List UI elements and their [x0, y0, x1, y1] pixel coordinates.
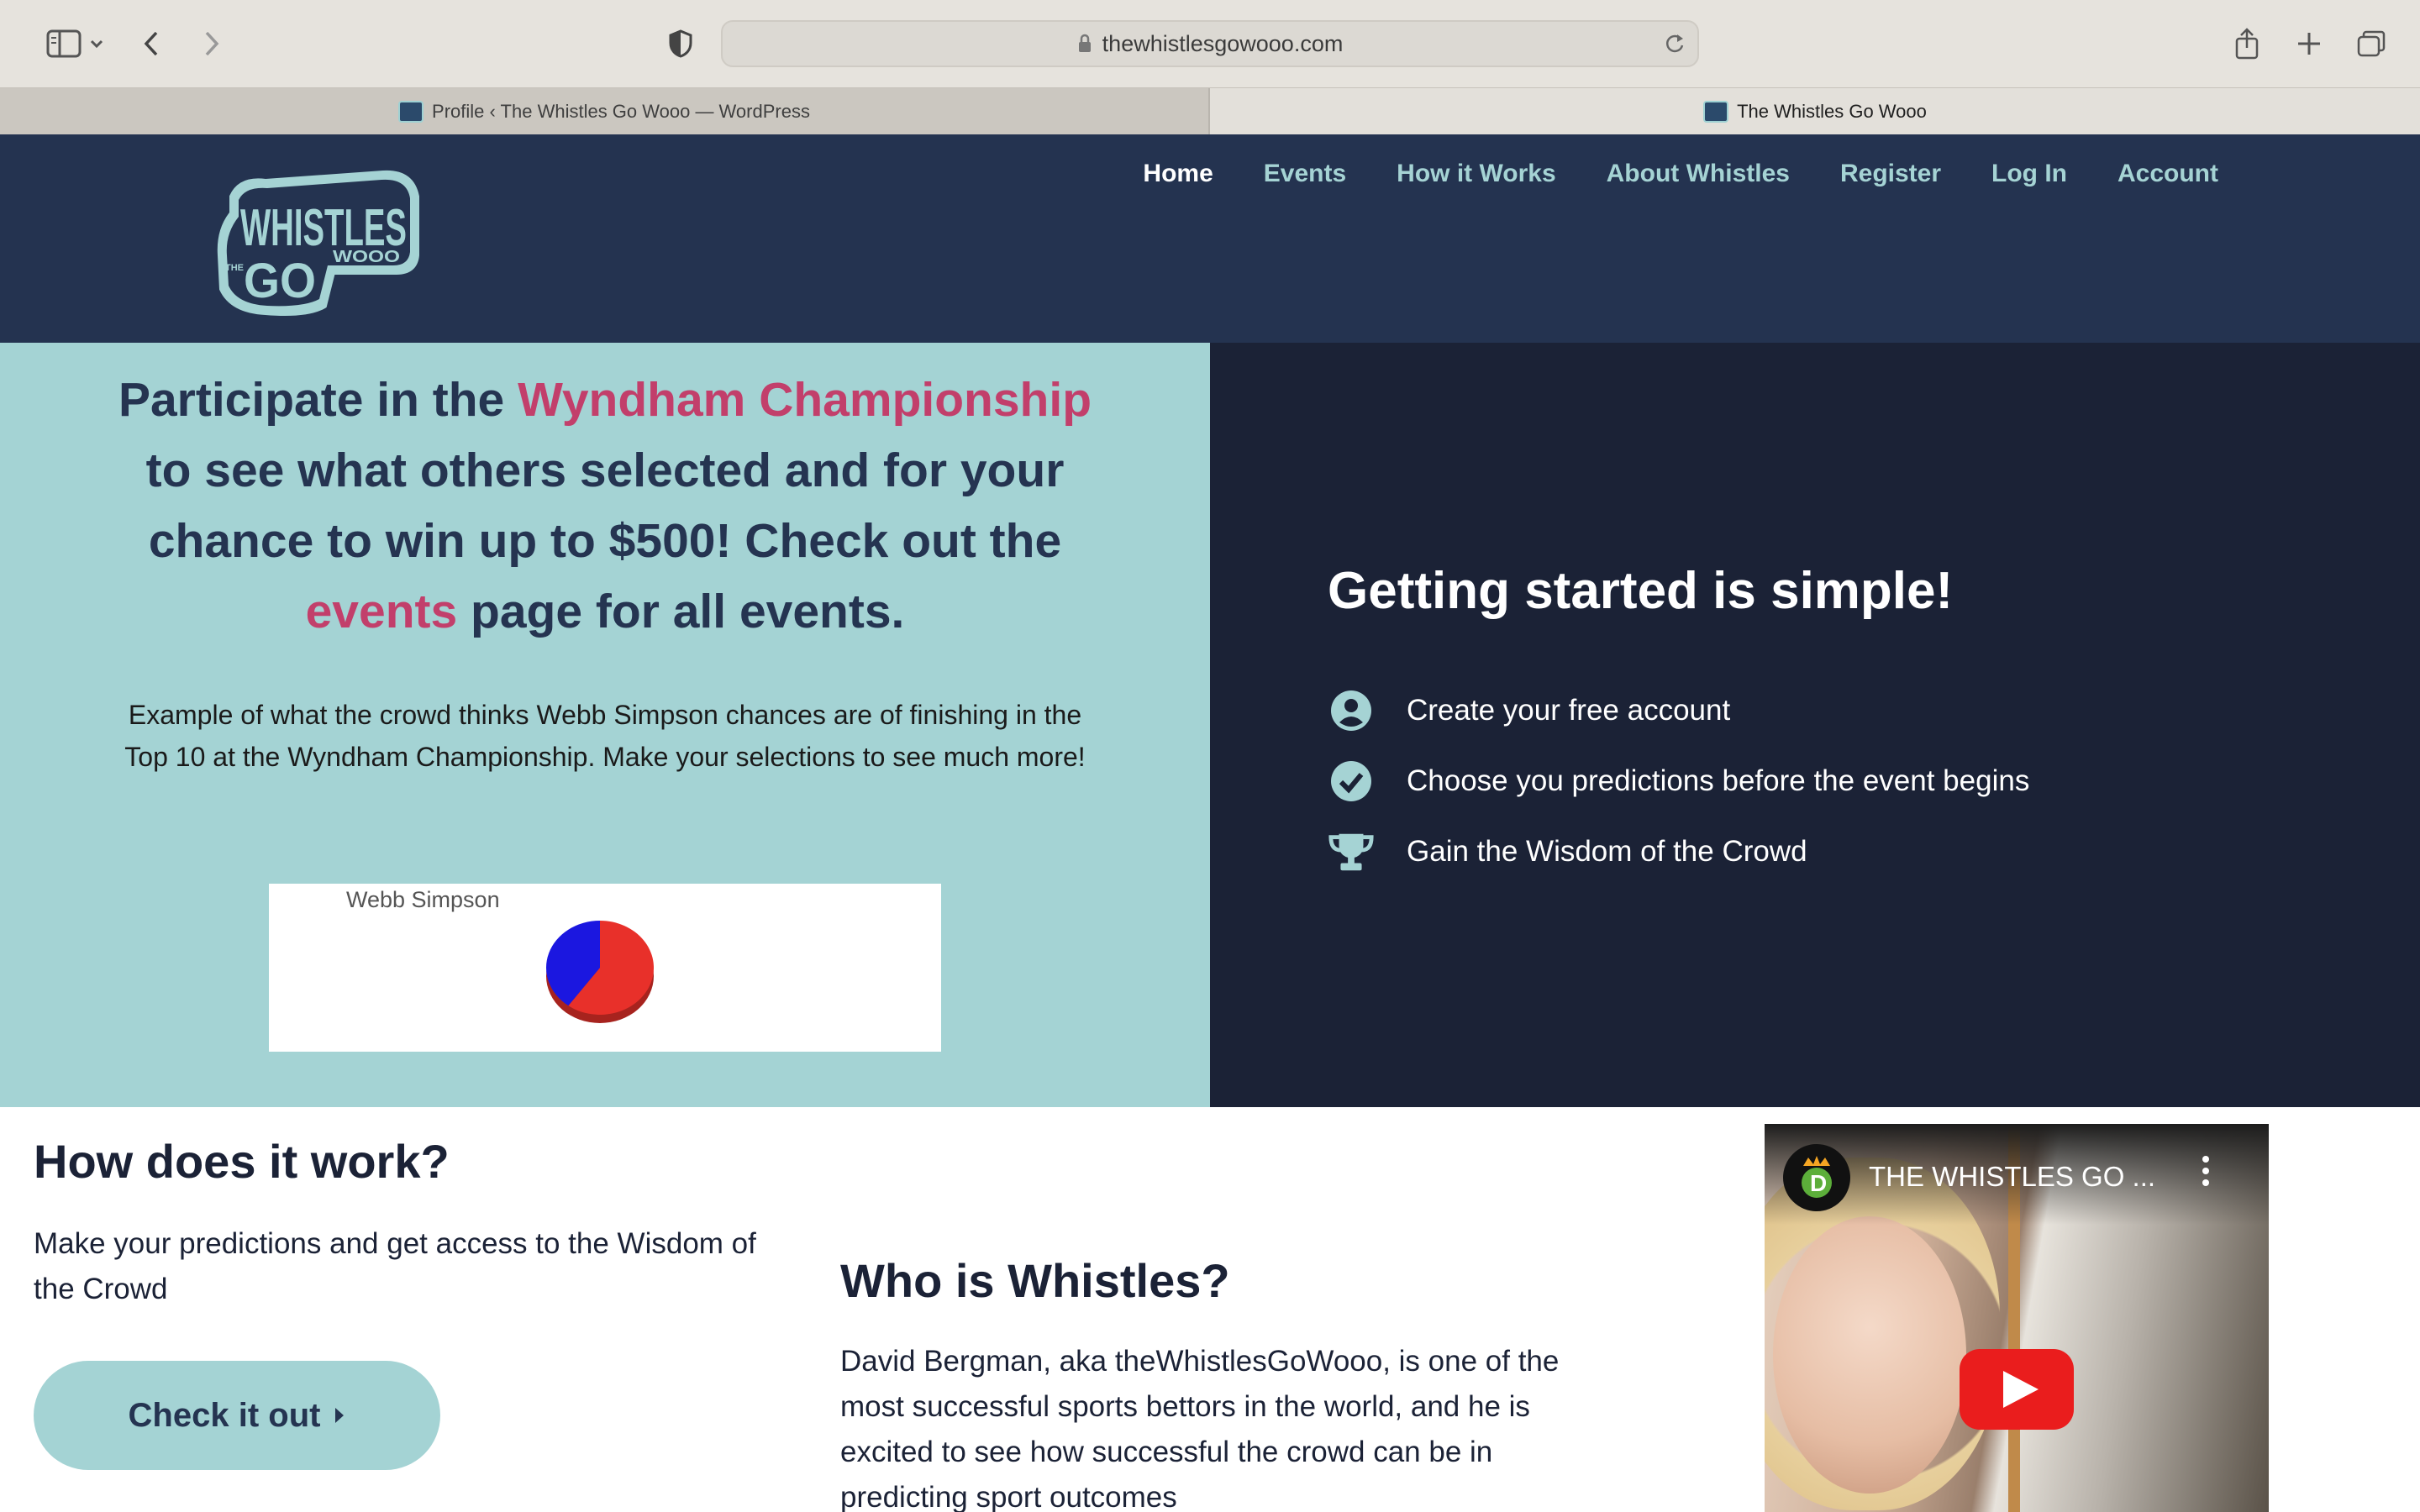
pie-chart [546, 921, 654, 1023]
new-tab-button[interactable] [2291, 18, 2328, 69]
nav-home[interactable]: Home [1143, 160, 1213, 188]
address-bar[interactable]: thewhistlesgowooo.com [721, 20, 1699, 67]
channel-avatar[interactable]: D [1783, 1144, 1850, 1211]
youtube-play-icon [1960, 1349, 2074, 1430]
site-favicon-icon [1703, 101, 1729, 123]
share-icon [2235, 28, 2259, 60]
video-title[interactable]: THE WHISTLES GO ... [1869, 1161, 2155, 1193]
nav-events[interactable]: Events [1264, 160, 1346, 188]
tab-label: Profile ‹ The Whistles Go Wooo — WordPre… [432, 101, 810, 122]
tab-whistles-home[interactable]: The Whistles Go Wooo [1210, 88, 2420, 135]
logo-small: THE [225, 263, 244, 273]
nav-register[interactable]: Register [1840, 160, 1941, 188]
share-button[interactable] [2228, 18, 2265, 69]
how-it-works-text: Make your predictions and get access to … [34, 1227, 756, 1305]
getting-started-list: Create your free account Choose you pred… [1328, 675, 2029, 887]
chevron-down-icon [90, 39, 103, 49]
list-item-text: Create your free account [1407, 694, 1731, 727]
hero-heading-part3: page for all events. [457, 585, 905, 638]
shield-icon [669, 29, 692, 58]
chevron-right-icon [205, 31, 219, 56]
logo-line2: GO [244, 254, 316, 308]
site-header: WHISTLES GO WOOO THE Home Events How it … [0, 134, 2420, 343]
crowd-chart: Webb Simpson [269, 884, 941, 1052]
hero-heading: Participate in the Wyndham Championship … [101, 365, 1109, 647]
tab-label: The Whistles Go Wooo [1737, 101, 1927, 122]
browser-toolbar: thewhistlesgowooo.com [0, 0, 2420, 87]
list-item: Create your free account [1328, 675, 2029, 746]
list-item: Gain the Wisdom of the Crowd [1328, 816, 2029, 887]
nav-account[interactable]: Account [2118, 160, 2218, 188]
chart-title: Webb Simpson [346, 887, 500, 912]
more-vertical-icon [2202, 1156, 2209, 1186]
back-button[interactable] [134, 18, 168, 69]
event-highlight-link[interactable]: Wyndham Championship [518, 373, 1092, 427]
tab-wordpress-profile[interactable]: Profile ‹ The Whistles Go Wooo — WordPre… [0, 88, 1210, 135]
tab-bar: Profile ‹ The Whistles Go Wooo — WordPre… [0, 87, 2420, 135]
logo-line3: WOOO [333, 248, 400, 266]
sidebar-icon [46, 29, 82, 58]
main-nav: Home Events How it Works About Whistles … [1092, 160, 2218, 188]
nav-log-in[interactable]: Log In [1991, 160, 2067, 188]
hero-paragraph: Example of what the crowd thinks Webb Si… [124, 700, 1086, 772]
site-favicon-icon [398, 101, 424, 123]
play-button[interactable] [1960, 1349, 2074, 1434]
list-item: Choose you predictions before the event … [1328, 746, 2029, 816]
hero-heading-part2: to see what others selected and for your… [145, 444, 1065, 568]
nav-about-whistles[interactable]: About Whistles [1607, 160, 1790, 188]
user-circle-icon [1328, 687, 1375, 734]
video-thumbnail-face [1773, 1216, 1966, 1494]
who-is-whistles-title: Who is Whistles? [840, 1254, 1230, 1307]
tab-overview-button[interactable] [2353, 18, 2390, 69]
youtube-video-embed[interactable]: D THE WHISTLES GO ... [1765, 1124, 2269, 1512]
list-item-text: Gain the Wisdom of the Crowd [1407, 835, 1807, 868]
hero-promo: Participate in the Wyndham Championship … [0, 343, 1210, 1107]
how-it-works-title: How does it work? [34, 1135, 450, 1188]
caret-right-icon [335, 1408, 345, 1423]
video-more-button[interactable] [2200, 1154, 2212, 1192]
reload-button[interactable] [1664, 32, 1686, 60]
getting-started-panel: Getting started is simple! Create your f… [1210, 343, 2420, 1107]
nav-how-it-works[interactable]: How it Works [1397, 160, 1555, 188]
privacy-shield-button[interactable] [664, 18, 697, 69]
forward-button[interactable] [195, 18, 229, 69]
tabs-icon [2357, 30, 2386, 57]
whistles-go-wooo-logo: WHISTLES GO WOOO THE [217, 170, 419, 316]
list-item-text: Choose you predictions before the event … [1407, 764, 2030, 797]
reload-icon [1665, 34, 1684, 53]
check-it-out-label: Check it out [128, 1396, 321, 1434]
chevron-left-icon [144, 31, 158, 56]
check-circle-icon [1328, 758, 1375, 805]
site-logo[interactable]: WHISTLES GO WOOO THE [207, 163, 425, 320]
check-it-out-button[interactable]: Check it out [34, 1361, 440, 1470]
lock-icon [1078, 34, 1091, 52]
svg-text:D: D [1810, 1170, 1827, 1196]
trophy-icon [1328, 828, 1375, 875]
draftkings-logo-icon: D [1802, 1156, 1832, 1198]
hero-heading-part1: Participate in the [118, 373, 518, 427]
url-text: thewhistlesgowooo.com [1102, 30, 1344, 56]
who-is-whistles-text: David Bergman, aka theWhistlesGoWooo, is… [840, 1345, 1560, 1512]
tab-group-menu-button[interactable] [84, 18, 109, 69]
getting-started-title: Getting started is simple! [1328, 562, 1954, 620]
plus-icon [2298, 33, 2320, 55]
events-link[interactable]: events [306, 585, 458, 638]
